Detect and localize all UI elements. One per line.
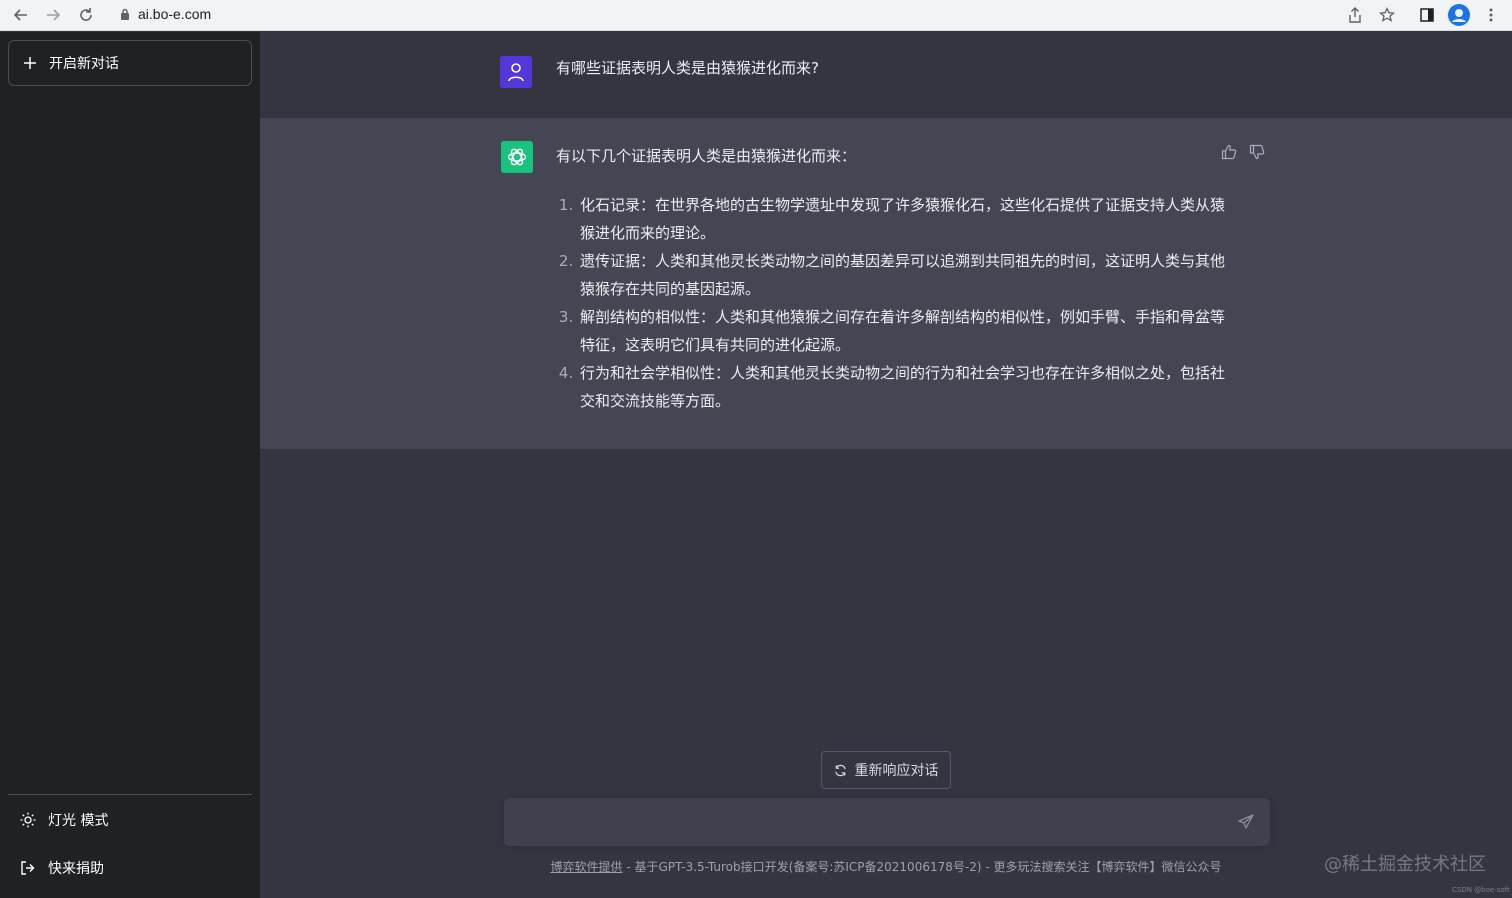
feedback-buttons [1221, 144, 1265, 160]
watermark-small: CSDN @boe-soft [1452, 886, 1510, 894]
footer-description: - 基于GPT-3.5-Turob接口开发(备案号:苏ICP备202100617… [622, 860, 1222, 874]
regenerate-button[interactable]: 重新响应对话 [821, 751, 951, 789]
list-item: 化石记录：在世界各地的古生物学遗址中发现了许多猿猴化石，这些化石提供了证据支持人… [578, 191, 1238, 247]
back-arrow-icon[interactable] [10, 4, 32, 26]
sidebar-item-light-mode[interactable]: 灯光 模式 [8, 800, 252, 840]
forward-arrow-icon[interactable] [42, 4, 64, 26]
thumbs-up-icon[interactable] [1221, 144, 1237, 160]
list-item: 行为和社会学相似性：人类和其他灵长类动物之间的行为和社会学习也存在许多相似之处，… [578, 359, 1238, 415]
footer-link[interactable]: 博弈软件提供 [551, 860, 623, 874]
logout-icon [21, 861, 35, 875]
lock-icon [121, 8, 129, 20]
user-avatar-icon [500, 56, 532, 88]
sidebar: 开启新对话 灯光 模式 快来捐助 [0, 32, 260, 898]
menu-dots-icon[interactable] [1480, 4, 1502, 26]
assistant-message-row: 有以下几个证据表明人类是由猿猴进化而来： 化石记录：在世界各地的古生物学遗址中发… [260, 118, 1512, 449]
profile-avatar-icon[interactable] [1448, 4, 1470, 26]
openai-logo-icon [501, 141, 533, 173]
side-panel-icon[interactable] [1416, 4, 1438, 26]
address-bar[interactable]: ai.bo-e.com [108, 2, 1350, 26]
chat-input[interactable] [516, 810, 1220, 838]
list-item: 遗传证据：人类和其他灵长类动物之间的基因差异可以追溯到共同祖先的时间，这证明人类… [578, 247, 1238, 303]
plus-icon [24, 57, 36, 69]
assistant-answer-list: 化石记录：在世界各地的古生物学遗址中发现了许多猿猴化石，这些化石提供了证据支持人… [556, 191, 1238, 415]
browser-toolbar: ai.bo-e.com [0, 0, 1512, 31]
sun-icon [20, 812, 36, 828]
list-item: 解剖结构的相似性：人类和其他猿猴之间存在着许多解剖结构的相似性，例如手臂、手指和… [578, 303, 1238, 359]
user-question: 有哪些证据表明人类是由猿猴进化而来? [556, 59, 819, 77]
watermark: @稀土掘金技术社区 [1324, 854, 1486, 875]
reload-icon[interactable] [75, 4, 97, 26]
star-icon[interactable] [1376, 4, 1398, 26]
sidebar-item-donate[interactable]: 快来捐助 [8, 848, 252, 888]
send-icon[interactable] [1238, 814, 1256, 832]
chat-input-box [504, 798, 1270, 846]
sidebar-divider [8, 794, 252, 795]
regenerate-label: 重新响应对话 [854, 763, 939, 779]
share-icon[interactable] [1344, 4, 1366, 26]
new-chat-label: 开启新对话 [49, 56, 119, 72]
new-chat-button[interactable]: 开启新对话 [8, 40, 252, 86]
thumbs-down-icon[interactable] [1249, 144, 1265, 160]
assistant-intro: 有以下几个证据表明人类是由猿猴进化而来： [556, 147, 857, 165]
refresh-icon [834, 764, 846, 776]
user-message-row: 有哪些证据表明人类是由猿猴进化而来? [260, 32, 1512, 118]
sidebar-item-label: 灯光 模式 [48, 813, 109, 829]
chat-main: 有哪些证据表明人类是由猿猴进化而来? 有以下几个证据表明人类是由猿猴进化而来： … [260, 32, 1512, 898]
url-text: ai.bo-e.com [138, 6, 212, 22]
sidebar-item-label: 快来捐助 [48, 861, 104, 877]
